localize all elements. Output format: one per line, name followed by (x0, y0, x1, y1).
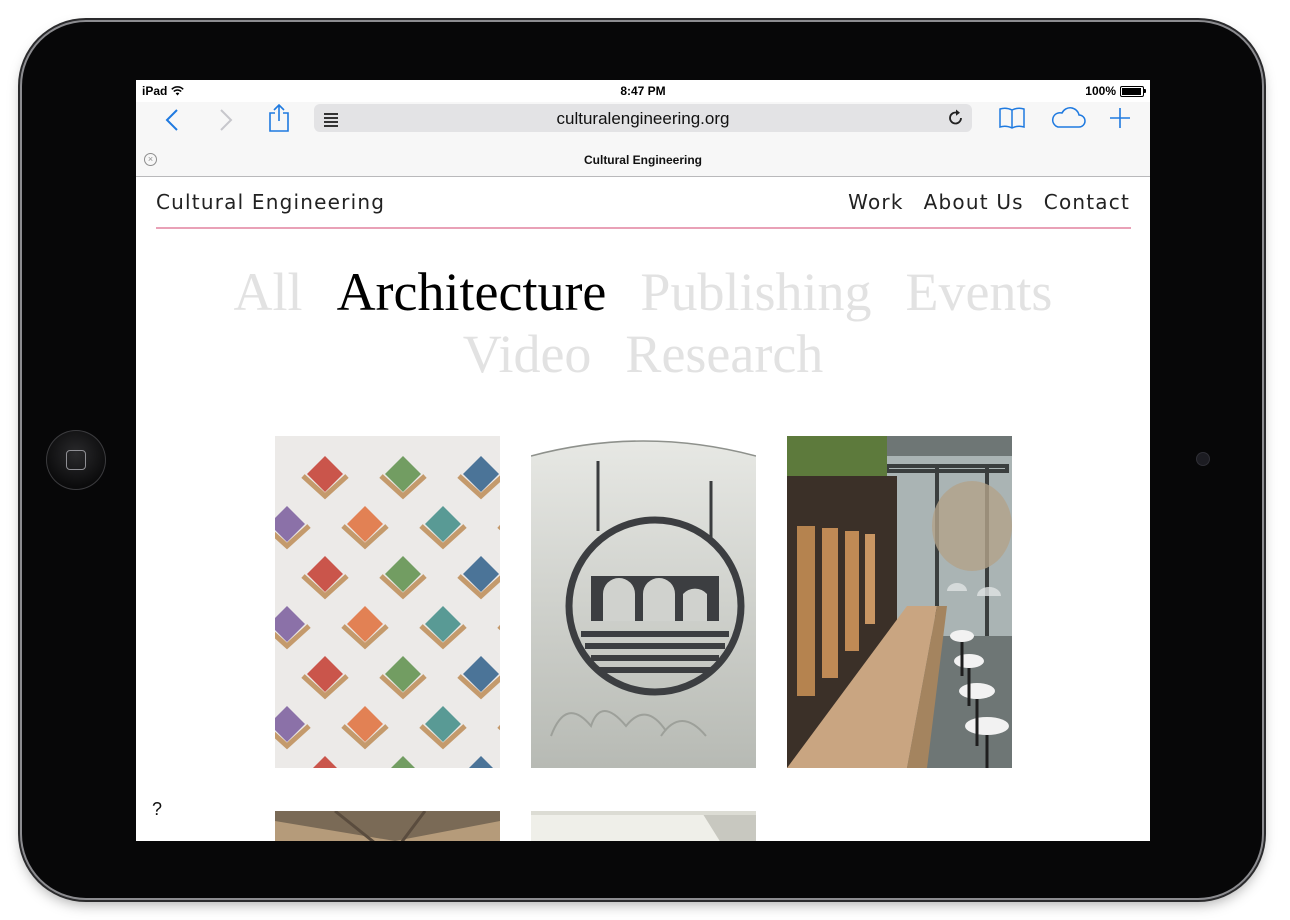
filter-events[interactable]: Events (905, 261, 1052, 323)
screen: iPad 8:47 PM 100% culturalengineering.or… (136, 80, 1150, 841)
back-icon[interactable] (164, 108, 180, 132)
project-thumbnail-4[interactable] (275, 811, 500, 841)
site-title[interactable]: Cultural Engineering (156, 190, 385, 214)
site-nav: Work About Us Contact (848, 190, 1130, 214)
header-divider (156, 227, 1131, 229)
reload-icon[interactable] (948, 109, 964, 127)
battery-percent: 100% (1085, 84, 1116, 98)
nav-about-us[interactable]: About Us (924, 190, 1024, 214)
filter-row-1: All Architecture Publishing Events (136, 261, 1150, 323)
status-bar: iPad 8:47 PM 100% (136, 80, 1150, 102)
bookmarks-icon[interactable] (998, 106, 1026, 130)
browser-toolbar: culturalengineering.org (136, 102, 1150, 146)
battery-icon (1120, 85, 1146, 97)
tab-title[interactable]: Cultural Engineering (136, 153, 1150, 167)
front-camera (1197, 453, 1209, 465)
project-thumbnail-5[interactable] (531, 811, 756, 841)
tab-bar: × Cultural Engineering (136, 146, 1150, 177)
home-button-icon (66, 450, 86, 470)
thumbnail-4-image (275, 811, 500, 841)
forward-icon[interactable] (218, 108, 234, 132)
project-thumbnail-sign[interactable] (531, 436, 756, 768)
new-tab-icon[interactable] (1108, 106, 1132, 130)
home-button[interactable] (46, 430, 106, 490)
filter-video[interactable]: Video (463, 323, 592, 385)
address-bar[interactable]: culturalengineering.org (314, 104, 972, 132)
filter-all[interactable]: All (234, 261, 303, 323)
filter-research[interactable]: Research (625, 323, 823, 385)
help-button[interactable]: ? (152, 799, 162, 820)
share-icon[interactable] (268, 104, 290, 132)
project-thumbnail-restaurant[interactable] (787, 436, 1012, 768)
status-time: 8:47 PM (620, 84, 666, 98)
restaurant-image (787, 436, 1012, 768)
web-page: Cultural Engineering Work About Us Conta… (136, 177, 1150, 841)
nav-contact[interactable]: Contact (1044, 190, 1130, 214)
icloud-tabs-icon[interactable] (1049, 106, 1087, 130)
nav-work[interactable]: Work (848, 190, 903, 214)
address-url: culturalengineering.org (556, 109, 730, 128)
project-thumbnail-bookshelves[interactable] (275, 436, 500, 768)
filter-publishing[interactable]: Publishing (640, 261, 871, 323)
filter-row-2: Video Research (136, 323, 1150, 385)
bookshelves-image (275, 436, 500, 768)
thumbnail-5-image (531, 811, 756, 841)
category-filters: All Architecture Publishing Events Video… (136, 261, 1150, 385)
sign-image (531, 436, 756, 768)
filter-architecture[interactable]: Architecture (337, 261, 607, 323)
status-right: 100% (1085, 84, 1146, 98)
